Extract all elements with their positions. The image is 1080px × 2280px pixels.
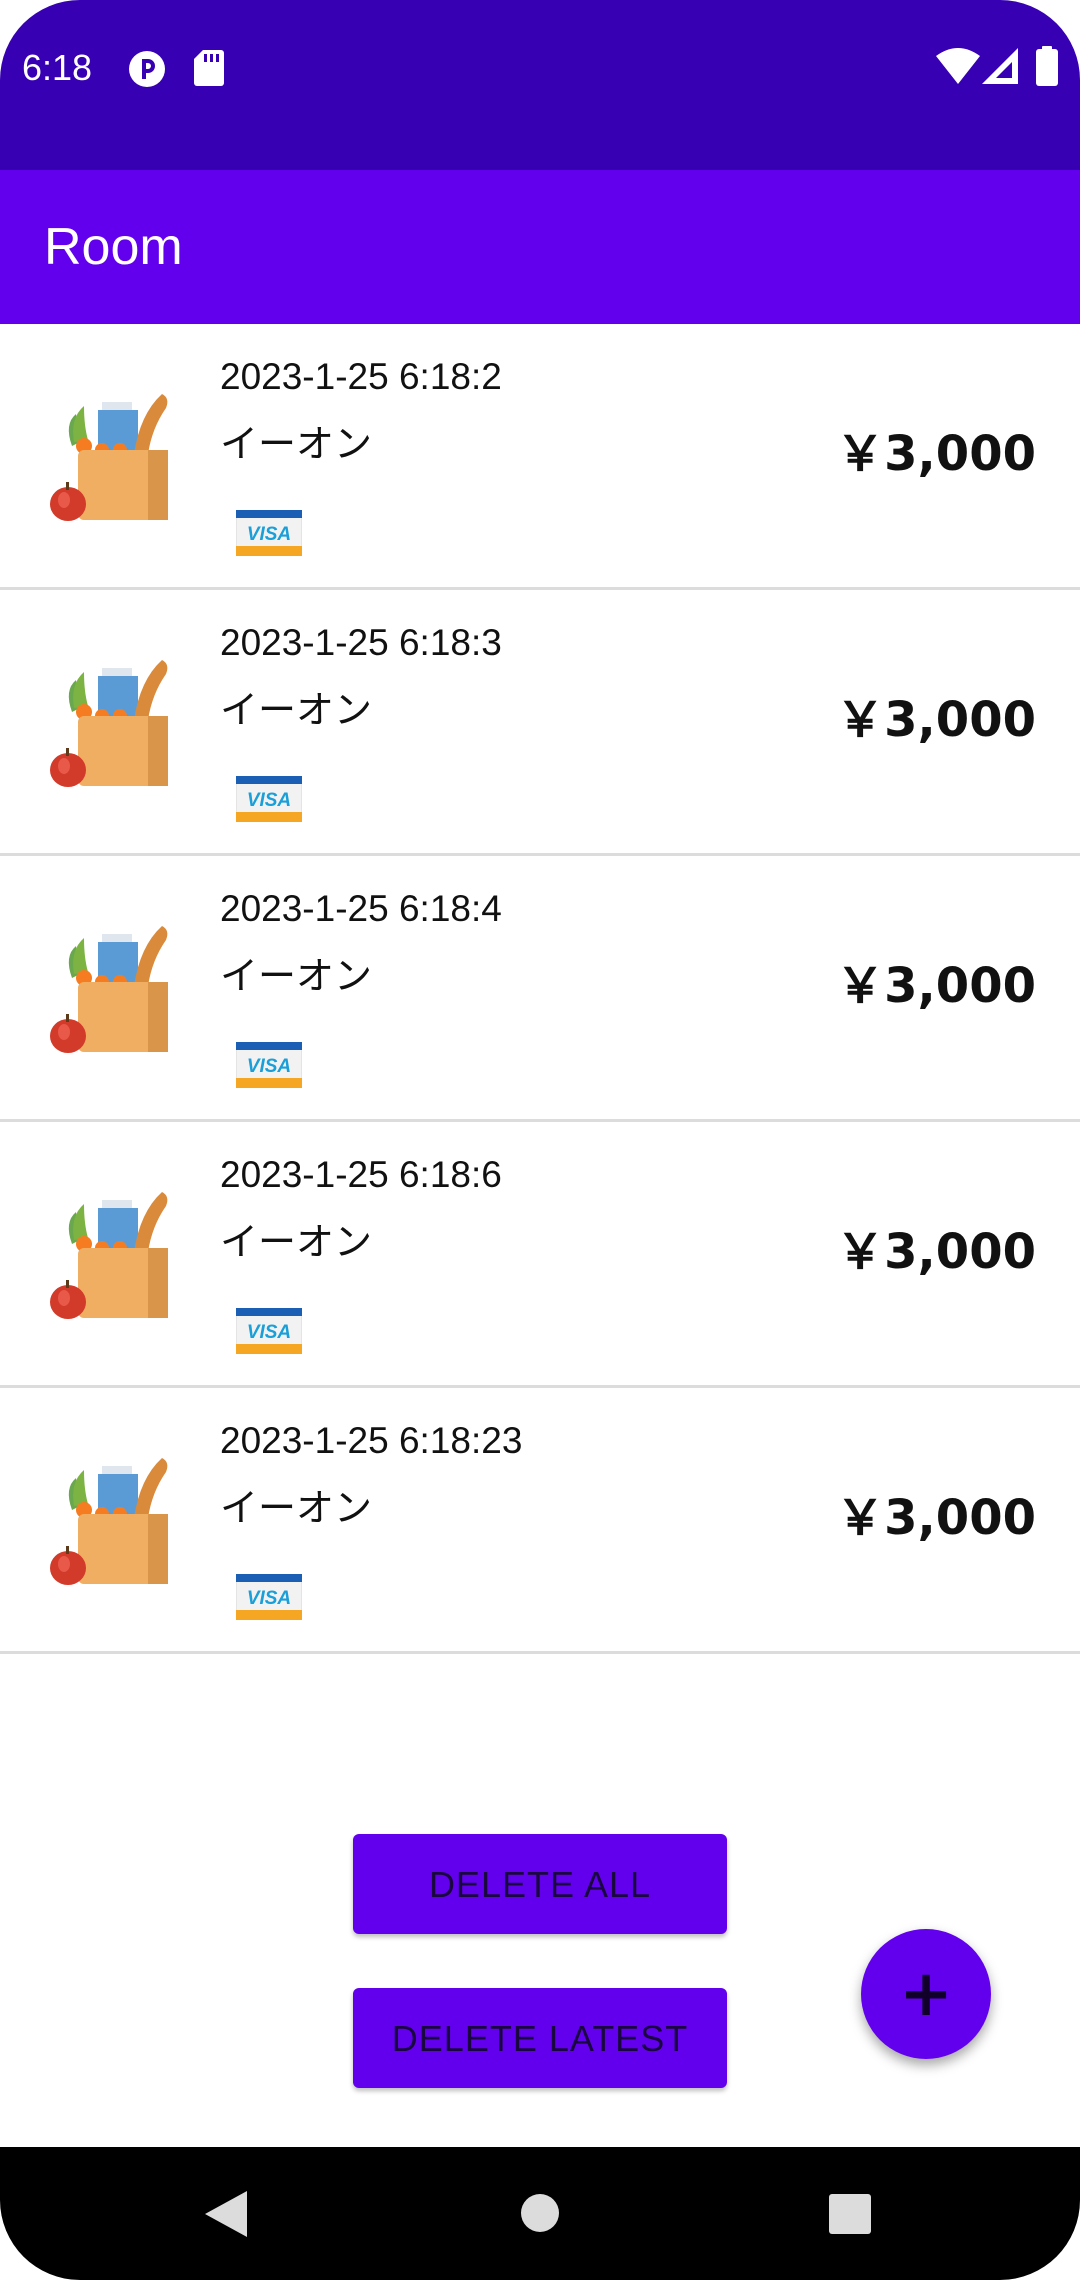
transaction-date: 2023-1-25 6:18:6 (220, 1154, 502, 1195)
back-icon[interactable] (205, 2191, 247, 2241)
list-item[interactable]: 2023-1-25 6:18:2 イーオン VISA ￥3,000 (0, 324, 1080, 590)
visa-card-icon: VISA (235, 1573, 303, 1621)
battery-icon (1036, 46, 1058, 90)
plus-icon: + (899, 1957, 953, 2031)
grocery-bag-icon (44, 384, 184, 524)
grocery-bag-icon (44, 1182, 184, 1322)
page-title: Room (44, 218, 183, 276)
delete-all-button[interactable]: DELETE ALL (353, 1834, 727, 1934)
transaction-amount: ￥3,000 (836, 1224, 1036, 1280)
delete-latest-button[interactable]: DELETE LATEST (353, 1988, 727, 2088)
visa-card-icon: VISA (235, 1041, 303, 1089)
status-time: 6:18 (22, 47, 93, 88)
app-notification-icon (128, 50, 166, 92)
store-name: イーオン (220, 954, 373, 998)
sd-card-icon (194, 50, 224, 90)
store-name: イーオン (220, 1486, 373, 1530)
visa-card-icon: VISA (235, 509, 303, 557)
transaction-date: 2023-1-25 6:18:3 (220, 622, 502, 663)
transaction-date: 2023-1-25 6:18:4 (220, 888, 502, 929)
store-name: イーオン (220, 1220, 373, 1264)
svg-text:VISA: VISA (247, 524, 291, 545)
wifi-icon (936, 48, 980, 88)
home-icon[interactable] (520, 2193, 560, 2237)
list-item[interactable]: 2023-1-25 6:18:6 イーオン VISA ￥3,000 (0, 1122, 1080, 1388)
status-bar: 6:18 (0, 0, 1080, 170)
add-button[interactable]: + (861, 1929, 991, 2059)
transaction-amount: ￥3,000 (836, 958, 1036, 1014)
svg-text:VISA: VISA (247, 1322, 291, 1343)
svg-text:VISA: VISA (247, 1056, 291, 1077)
svg-text:VISA: VISA (247, 1588, 291, 1609)
grocery-bag-icon (44, 650, 184, 790)
transaction-amount: ￥3,000 (836, 426, 1036, 482)
visa-card-icon: VISA (235, 1307, 303, 1355)
transaction-amount: ￥3,000 (836, 692, 1036, 748)
list-item[interactable]: 2023-1-25 6:18:3 イーオン VISA ￥3,000 (0, 590, 1080, 856)
store-name: イーオン (220, 422, 373, 466)
app-screen: 6:18 Room 2023-1-25 6:18:2 イーオン VISA ￥3,… (0, 0, 1080, 2280)
transaction-amount: ￥3,000 (836, 1490, 1036, 1546)
transaction-list[interactable]: 2023-1-25 6:18:2 イーオン VISA ￥3,000 2023-1… (0, 324, 1080, 1654)
recents-icon[interactable] (829, 2194, 871, 2238)
transaction-date: 2023-1-25 6:18:2 (220, 356, 502, 397)
app-bar: Room (0, 170, 1080, 324)
list-item[interactable]: 2023-1-25 6:18:4 イーオン VISA ￥3,000 (0, 856, 1080, 1122)
store-name: イーオン (220, 688, 373, 732)
grocery-bag-icon (44, 1448, 184, 1588)
transaction-date: 2023-1-25 6:18:23 (220, 1420, 523, 1461)
cellular-signal-icon (982, 48, 1018, 88)
visa-card-icon: VISA (235, 775, 303, 823)
svg-text:VISA: VISA (247, 790, 291, 811)
navigation-bar (0, 2147, 1080, 2280)
grocery-bag-icon (44, 916, 184, 1056)
list-item[interactable]: 2023-1-25 6:18:23 イーオン VISA ￥3,000 (0, 1388, 1080, 1654)
